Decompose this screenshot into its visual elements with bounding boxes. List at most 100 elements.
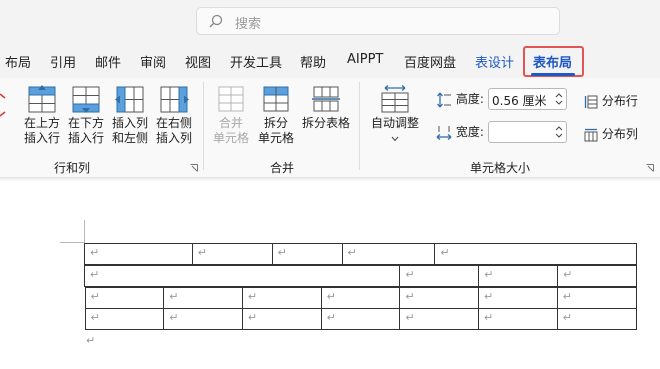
height-value: 0.56 厘米 [492,94,547,108]
tab-table-layout[interactable]: 表布局 [533,52,572,71]
insert-row-below-icon [72,86,100,113]
paragraph-mark: ↵ [562,311,572,324]
merge-cells-button[interactable]: 合并 单元格 [211,84,251,146]
split-cells-button[interactable]: 拆分 单元格 [256,84,296,146]
table-row: ↵ ↵ ↵ ↵ [83,265,637,287]
insert-left-label-2: 和左侧 [111,131,148,145]
table-cell[interactable]: ↵ [434,243,637,265]
word-table[interactable]: ↵ ↵ ↵ ↵ ↵ [84,243,637,265]
paragraph-mark: ↵ [86,334,96,347]
table-cell[interactable]: ↵ [191,243,273,265]
insert-row-above-icon [28,85,56,113]
merge-cells-icon [218,86,244,112]
paragraph-mark: ↵ [169,311,179,324]
table-cell[interactable]: ↵ [241,287,322,309]
insert-left-button[interactable]: 插入列 和左侧 [110,84,150,146]
dialog-launcher-icon[interactable] [190,164,198,172]
tab-table-design[interactable]: 表设计 [475,52,514,71]
table-cell[interactable]: ↵ [556,287,637,309]
distribute-columns-icon [584,128,598,141]
table-row: ↵ ↵ ↵ ↵ ↵ ↵ ↵ [84,287,637,309]
distribute-rows-button[interactable]: 分布行 [584,92,638,109]
autofit-label: 自动调整 [370,116,419,130]
insert-right-button[interactable]: 在右侧 插入列 [154,84,194,146]
width-label: 宽度: [455,125,484,139]
table-cell[interactable]: ↵ [399,265,480,287]
table-cell[interactable]: ↵ [241,308,322,330]
table-cell[interactable]: ↵ [556,308,637,330]
paragraph-mark: ↵ [405,290,415,303]
distribute-rows-label: 分布行 [601,94,638,108]
height-input[interactable]: 0.56 厘米 [488,88,567,110]
insert-column-right-icon [160,86,189,113]
paragraph-mark: ↵ [90,290,100,303]
tab-layout[interactable]: 布局 [5,52,31,71]
paragraph-mark: ↵ [197,246,208,259]
word-table[interactable]: ↵ ↵ ↵ ↵ ↵ ↵ ↵ ↵ ↵ ↵ ↵ ↵ ↵ ↵ ↵ ↵ ↵ ↵ [83,265,637,330]
paragraph-mark: ↵ [247,290,258,303]
paragraph-mark: ↵ [347,246,357,259]
insert-right-label-2: 插入列 [155,131,192,145]
ribbon-panel: 在上方 插入行 在下方 插入行 插入列 和左侧 在右侧 插入列 行和列 合并 单… [0,78,660,178]
distribute-cols-label: 分布列 [601,127,638,141]
width-row: 宽度: [436,123,484,141]
search-icon [209,14,223,28]
table-cell[interactable]: ↵ [478,287,558,309]
active-tab-indicator [531,73,575,76]
table-cell[interactable]: ↵ [84,243,193,265]
paragraph-mark: ↵ [563,268,573,281]
tab-baidu-netdisk[interactable]: 百度网盘 [404,52,456,71]
paragraph-mark: ↵ [405,311,415,324]
distribute-cols-button[interactable]: 分布列 [584,125,638,142]
tab-help[interactable]: 帮助 [300,52,326,71]
paragraph-mark: ↵ [277,246,287,259]
autofit-button[interactable]: 自动调整 [368,84,422,146]
spinner-arrows-icon[interactable] [554,90,564,108]
insert-above-label-1: 在上方 [23,116,60,130]
table-cell[interactable]: ↵ [399,287,480,309]
paragraph-mark: ↵ [484,290,494,303]
search-box[interactable]: 搜索 [196,7,560,35]
chevron-down-icon [391,136,399,142]
table-cell[interactable]: ↵ [163,308,243,330]
split-table-button[interactable]: 拆分表格 [299,84,353,131]
tab-developer[interactable]: 开发工具 [230,52,282,71]
tab-aippt[interactable]: AIPPT [347,52,383,67]
table-cell[interactable]: ↵ [163,287,243,309]
delete-icon[interactable] [0,86,6,126]
table-row-group: ↵ ↵ ↵ ↵ ↵ ↵ ↵ ↵ ↵ ↵ ↵ ↵ ↵ ↵ [84,287,637,330]
insert-above-button[interactable]: 在上方 插入行 [22,84,62,146]
table-cell[interactable]: ↵ [399,308,480,330]
table-cell[interactable]: ↵ [84,287,165,309]
group-label-cell-size: 单元格大小 [470,161,531,175]
table-cell[interactable]: ↵ [271,243,343,265]
spinner-arrows-icon[interactable] [554,123,564,141]
table-cell[interactable]: ↵ [84,308,165,330]
paragraph-mark: ↵ [562,290,572,303]
paragraph-mark: ↵ [484,311,494,324]
width-input[interactable] [488,121,567,143]
distribute-rows-icon [584,95,598,108]
paragraph-mark: ↵ [484,268,494,281]
split-table-label: 拆分表格 [301,116,350,130]
autofit-icon [381,85,409,113]
insert-column-left-icon [115,86,144,113]
paragraph-mark: ↵ [326,311,336,324]
tab-view[interactable]: 视图 [185,52,211,71]
height-label: 高度: [455,92,484,106]
table-cell[interactable]: ↵ [557,265,637,287]
table-cell[interactable]: ↵ [320,287,401,309]
tab-references[interactable]: 引用 [50,52,76,71]
table-cell[interactable]: ↵ [478,265,559,287]
tab-mailings[interactable]: 邮件 [95,52,121,71]
insert-below-button[interactable]: 在下方 插入行 [66,84,106,146]
table-cell[interactable]: ↵ [83,265,401,287]
group-label-rows-cols: 行和列 [54,161,91,175]
table-cell[interactable]: ↵ [478,308,558,330]
tab-review[interactable]: 审阅 [140,52,166,71]
table-cell[interactable]: ↵ [320,308,401,330]
merge-cells-label-2: 单元格 [212,131,249,145]
paragraph-mark: ↵ [326,290,336,303]
dialog-launcher-icon[interactable] [646,164,654,172]
table-cell[interactable]: ↵ [341,243,436,265]
